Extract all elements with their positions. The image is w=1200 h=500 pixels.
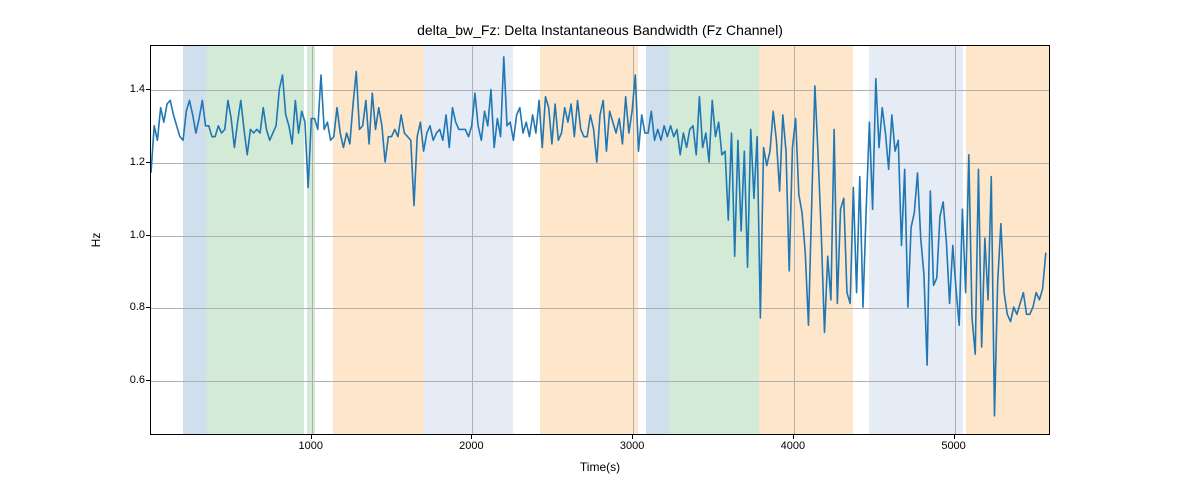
xtick-mark <box>793 435 794 439</box>
xtick-mark <box>471 435 472 439</box>
chart-container: delta_bw_Fz: Delta Instantaneous Bandwid… <box>0 0 1200 500</box>
ytick-mark <box>146 235 150 236</box>
ytick-label: 1.4 <box>110 83 145 95</box>
xtick-label: 2000 <box>459 440 483 452</box>
xtick-label: 3000 <box>620 440 644 452</box>
line-series <box>151 46 1049 434</box>
ytick-mark <box>146 307 150 308</box>
xtick-mark <box>632 435 633 439</box>
plot-area <box>150 45 1050 435</box>
y-axis-label: Hz <box>89 233 103 248</box>
xtick-label: 5000 <box>941 440 965 452</box>
ytick-mark <box>146 162 150 163</box>
xtick-mark <box>311 435 312 439</box>
ytick-label: 1.0 <box>110 229 145 241</box>
chart-title: delta_bw_Fz: Delta Instantaneous Bandwid… <box>0 22 1200 38</box>
ytick-label: 1.2 <box>110 156 145 168</box>
ytick-mark <box>146 89 150 90</box>
xtick-label: 1000 <box>298 440 322 452</box>
series-path <box>151 57 1046 416</box>
ytick-label: 0.6 <box>110 374 145 386</box>
xtick-mark <box>954 435 955 439</box>
ytick-mark <box>146 380 150 381</box>
ytick-label: 0.8 <box>110 301 145 313</box>
xtick-label: 4000 <box>781 440 805 452</box>
x-axis-label: Time(s) <box>580 460 620 474</box>
